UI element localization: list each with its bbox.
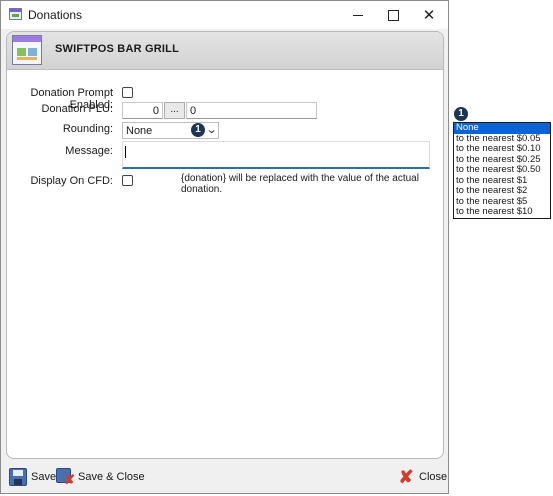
donation-plu-label: Donation PLU: (41, 103, 113, 115)
text-cursor (125, 146, 126, 158)
display-on-cfd-label: Display On CFD: (30, 175, 113, 187)
rounding-option[interactable]: to the nearest $2 (454, 185, 550, 197)
plu-code-field[interactable]: 0 (122, 102, 163, 119)
annotation-badge: 1 (191, 123, 205, 137)
close-button[interactable]: ✘ Close (397, 468, 447, 486)
save-button[interactable]: Save (9, 468, 56, 486)
prompt-enabled-checkbox[interactable] (122, 87, 133, 98)
rounding-option[interactable]: None (454, 122, 550, 134)
save-label: Save (31, 471, 57, 483)
save-icon (9, 468, 27, 486)
close-label: Close (419, 471, 448, 483)
save-close-icon: ✘ (56, 468, 75, 487)
save-close-label: Save & Close (78, 471, 145, 483)
rounding-option[interactable]: to the nearest $0.50 (454, 164, 550, 176)
chevron-down-icon: ⌄ (205, 124, 218, 136)
donations-window: Donations ✕ SWIFTPOS BAR GRILL Donation … (0, 0, 449, 494)
plu-browse-button[interactable]: ... (164, 102, 185, 119)
message-input[interactable] (122, 141, 430, 169)
plu-value-field[interactable]: 0 (186, 102, 317, 119)
store-icon (12, 35, 42, 65)
app-icon (9, 8, 22, 20)
annotation-badge: 1 (454, 107, 468, 121)
maximize-icon (387, 9, 399, 21)
close-icon: ✘ (398, 467, 414, 487)
minimize-button[interactable] (340, 1, 376, 29)
close-window-button[interactable]: ✕ (411, 1, 447, 29)
window-title: Donations (28, 8, 83, 22)
rounding-selected-value: None (126, 125, 153, 137)
title-bar: Donations ✕ (1, 1, 448, 29)
maximize-button[interactable] (375, 1, 411, 29)
rounding-option[interactable]: to the nearest $10 (454, 206, 550, 218)
display-on-cfd-checkbox[interactable] (122, 175, 133, 186)
close-icon: ✕ (422, 6, 436, 24)
panel-header: SWIFTPOS BAR GRILL (7, 32, 443, 70)
rounding-label: Rounding: (62, 123, 113, 135)
bottom-toolbar: Save ✘ Save & Close ✘ Close (1, 463, 448, 493)
minimize-icon (353, 14, 363, 16)
message-hint: {donation} will be replaced with the val… (181, 173, 419, 195)
save-close-button[interactable]: ✘ Save & Close (56, 468, 145, 487)
store-name: SWIFTPOS BAR GRILL (55, 43, 179, 55)
rounding-option[interactable]: to the nearest $0.10 (454, 143, 550, 155)
message-label: Message: (65, 145, 113, 157)
rounding-options-list: None to the nearest $0.05 to the nearest… (453, 122, 551, 219)
